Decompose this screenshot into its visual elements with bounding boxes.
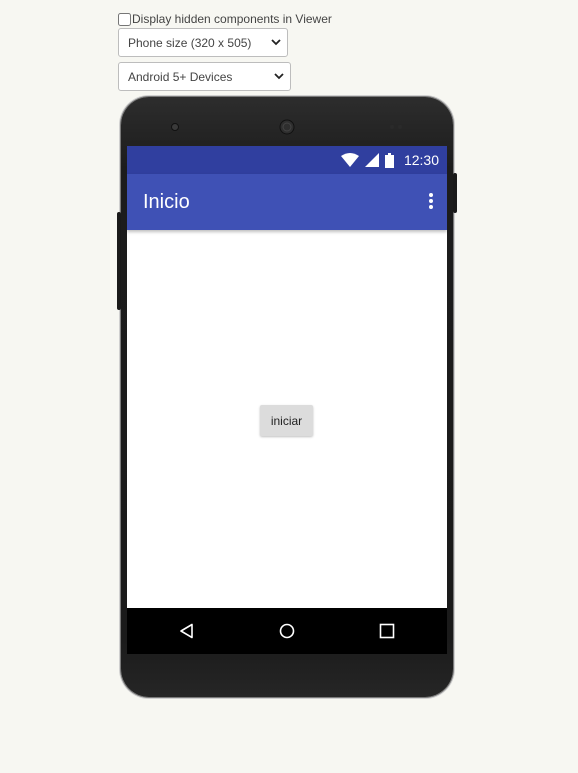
volume-button	[117, 212, 121, 310]
chevron-down-icon	[274, 73, 284, 80]
phone-frame: 12:30 Inicio iniciar	[117, 97, 457, 697]
hidden-components-row[interactable]: Display hidden components in Viewer	[118, 10, 418, 28]
iniciar-button[interactable]: iniciar	[260, 405, 313, 436]
back-icon[interactable]	[179, 623, 195, 639]
sensor-icon	[390, 125, 402, 129]
home-icon[interactable]	[279, 623, 295, 639]
battery-icon	[384, 152, 394, 168]
hidden-components-label: Display hidden components in Viewer	[132, 12, 332, 26]
phone-size-value: Phone size (320 x 505)	[128, 35, 252, 50]
hidden-components-checkbox[interactable]	[118, 12, 131, 26]
chevron-down-icon	[271, 39, 281, 46]
viewer-controls: Display hidden components in Viewer	[118, 10, 418, 28]
navigation-bar	[127, 608, 447, 654]
phone-size-select[interactable]: Phone size (320 x 505)	[118, 28, 288, 57]
wifi-icon	[340, 153, 359, 167]
power-button	[453, 173, 457, 213]
status-bar: 12:30	[127, 146, 447, 174]
app-title: Inicio	[143, 190, 190, 213]
device-value: Android 5+ Devices	[128, 69, 233, 84]
signal-icon	[364, 153, 379, 167]
app-bar: Inicio	[127, 174, 447, 230]
device-select[interactable]: Android 5+ Devices	[118, 62, 291, 91]
speaker-icon	[279, 119, 295, 135]
more-vert-icon[interactable]	[429, 192, 433, 210]
phone-screen: 12:30 Inicio iniciar	[127, 146, 447, 654]
front-camera-icon	[171, 123, 179, 131]
recents-icon[interactable]	[379, 623, 395, 639]
status-time: 12:30	[403, 152, 439, 168]
screen-content: iniciar	[127, 230, 447, 608]
